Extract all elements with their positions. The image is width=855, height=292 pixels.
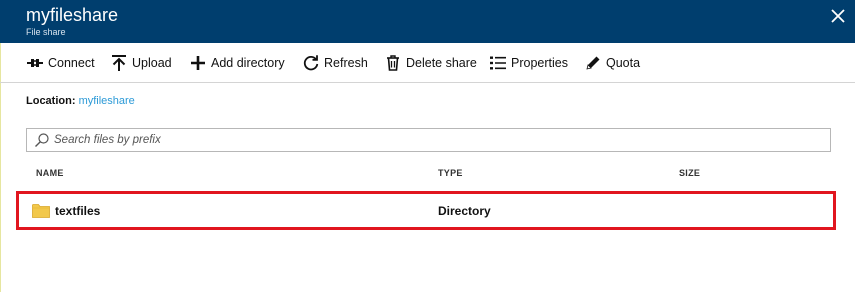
column-header-size[interactable]: SIZE [679, 168, 700, 178]
delete-share-label: Delete share [406, 56, 477, 70]
plus-icon [189, 54, 207, 72]
quota-label: Quota [606, 56, 641, 70]
pencil-icon [584, 54, 602, 72]
add-directory-label: Add directory [211, 56, 285, 70]
row-name: textfiles [55, 204, 101, 218]
upload-button[interactable]: Upload [110, 53, 172, 73]
location-link[interactable]: myfileshare [79, 95, 135, 107]
location-breadcrumb: Location: myfileshare [26, 95, 135, 108]
refresh-icon [302, 54, 320, 72]
connect-label: Connect [48, 56, 95, 70]
add-directory-button[interactable]: Add directory [189, 53, 285, 73]
search-box[interactable] [26, 128, 831, 152]
refresh-button[interactable]: Refresh [302, 53, 368, 73]
column-header-name[interactable]: NAME [36, 168, 64, 178]
upload-icon [110, 54, 128, 72]
refresh-label: Refresh [324, 56, 368, 70]
properties-label: Properties [511, 56, 568, 70]
list-icon [489, 54, 507, 72]
blade-subtitle: File share [26, 27, 66, 37]
trash-icon [384, 54, 402, 72]
close-icon [831, 9, 845, 23]
properties-button[interactable]: Properties [489, 53, 568, 73]
quota-button[interactable]: Quota [584, 53, 640, 73]
connect-button[interactable]: Connect [26, 53, 95, 73]
column-header-type[interactable]: TYPE [438, 168, 463, 178]
close-button[interactable] [828, 6, 848, 26]
folder-icon [32, 203, 50, 218]
blade-header: myfileshare File share [0, 0, 855, 43]
delete-share-button[interactable]: Delete share [384, 53, 477, 73]
blade-title: myfileshare [26, 5, 119, 25]
command-bar: Connect Upload Add directory Refresh Del… [0, 43, 855, 83]
location-label: Location: [26, 95, 76, 107]
upload-label: Upload [132, 56, 172, 70]
row-type: Directory [438, 204, 491, 218]
table-row[interactable]: textfiles Directory [22, 196, 830, 226]
search-input[interactable] [54, 130, 830, 150]
search-icon [33, 131, 51, 149]
connect-icon [26, 54, 44, 72]
